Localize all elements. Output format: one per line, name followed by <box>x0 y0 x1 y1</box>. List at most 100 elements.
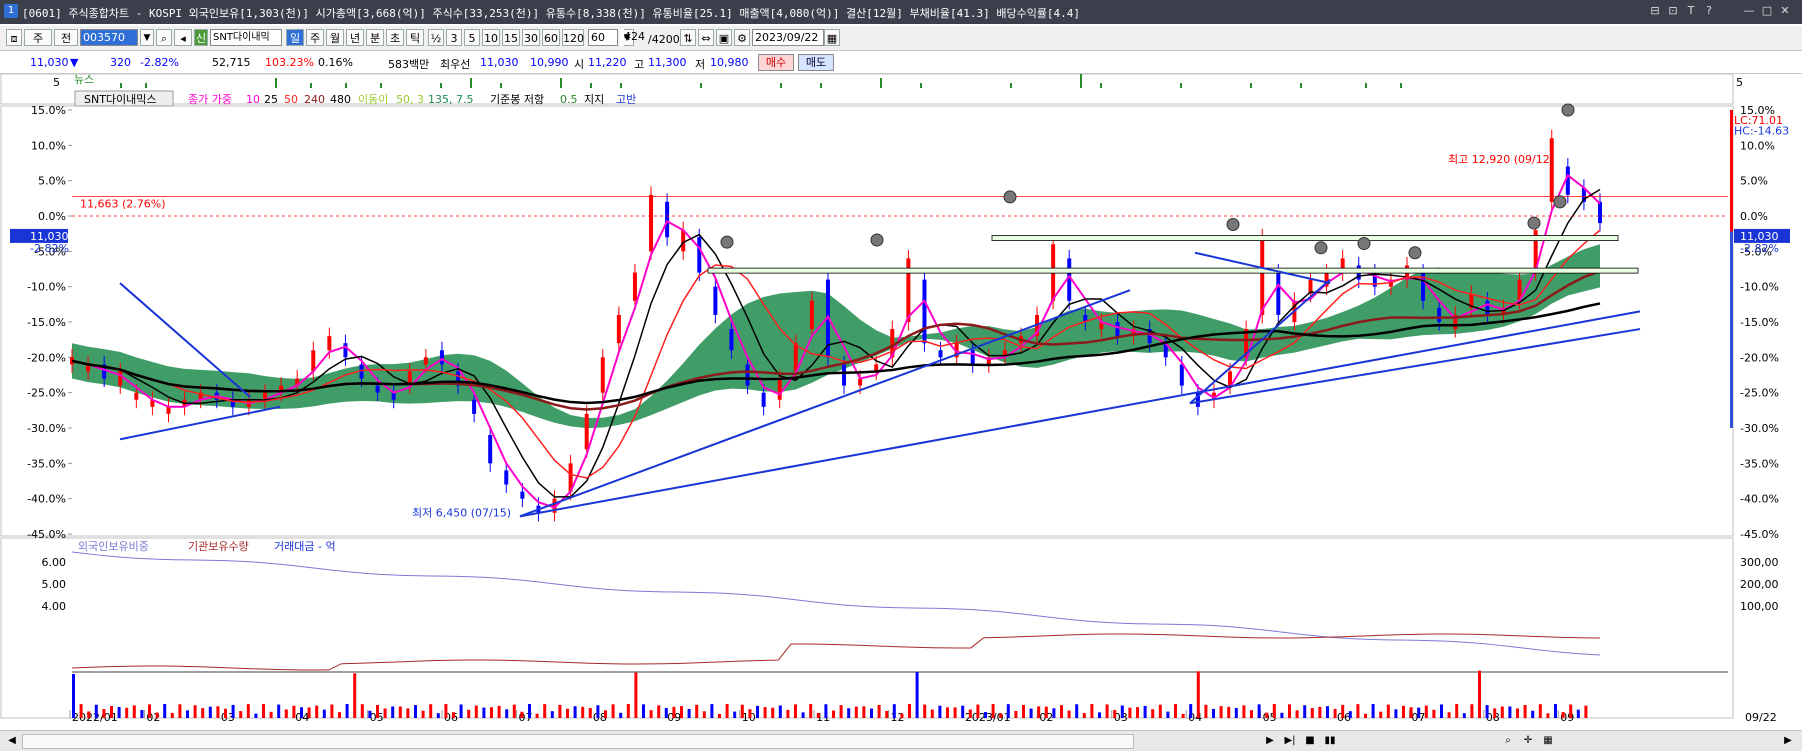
volume-bar <box>946 707 949 718</box>
volume-bar <box>596 705 600 718</box>
volume-bar <box>1060 705 1063 718</box>
period-month[interactable]: 월 <box>326 29 344 46</box>
volume-bar <box>778 705 782 718</box>
date-input[interactable]: 2023/09/22 <box>752 29 824 46</box>
speaker-icon[interactable]: ◂ <box>174 29 192 46</box>
period-minute[interactable]: 분 <box>366 29 384 46</box>
candle-body <box>697 237 702 273</box>
volume-bar <box>1280 712 1284 718</box>
news-bar <box>820 83 822 88</box>
pivot-marker <box>1226 217 1240 231</box>
volume-bar <box>1174 704 1177 718</box>
ytick-label-right: 5.0% <box>1740 175 1768 188</box>
candle-body <box>842 364 847 386</box>
save-icon[interactable]: ▣ <box>716 29 732 46</box>
period-day[interactable]: 일 <box>286 29 304 46</box>
sell-button[interactable]: 매도 <box>798 54 834 71</box>
restore-pane-icon[interactable]: ⊡ <box>1666 4 1680 18</box>
interval-10[interactable]: 10 <box>482 29 500 46</box>
pause-icon[interactable]: ▮▮ <box>1322 733 1338 748</box>
scroll-left-icon[interactable]: ◀ <box>4 733 20 748</box>
count-input[interactable]: 424 <box>622 29 650 46</box>
period-year[interactable]: 년 <box>346 29 364 46</box>
grid-icon[interactable]: ▦ <box>1540 733 1556 748</box>
volume-bar <box>680 706 683 718</box>
volume-bar <box>155 712 159 718</box>
chart-scrollbar[interactable]: ◀ ▶ ▶| ■ ▮▮ ⌕ ✛ ▦ ▶ <box>0 730 1802 751</box>
interval-60[interactable]: 60 <box>542 29 560 46</box>
ytick-label-left: -45.0% <box>27 528 66 541</box>
interval-5[interactable]: 5 <box>464 29 480 46</box>
stock-code-input[interactable]: 003570 <box>80 29 138 46</box>
text-icon[interactable]: T <box>1684 4 1698 18</box>
volume-bar <box>178 704 182 718</box>
arrows-icon[interactable]: ⇔ <box>698 29 714 46</box>
volume-bar <box>999 713 1003 718</box>
minimize-icon[interactable]: — <box>1742 4 1756 18</box>
scroll-track[interactable] <box>22 734 1134 749</box>
panel-toggle-icon[interactable]: ⧈ <box>6 29 22 46</box>
volume-bar <box>725 704 729 718</box>
period-second[interactable]: 초 <box>386 29 404 46</box>
volume-bar <box>695 704 699 718</box>
buy-button[interactable]: 매수 <box>758 54 794 71</box>
interval-3[interactable]: 3 <box>446 29 462 46</box>
volume-bar <box>733 711 737 718</box>
interval-half[interactable]: ½ <box>428 29 444 46</box>
interval-15[interactable]: 15 <box>502 29 520 46</box>
news-ytick-right: 5 <box>1736 76 1743 89</box>
volume-bar <box>1082 713 1086 718</box>
interval-120[interactable]: 120 <box>562 29 584 46</box>
calendar-icon[interactable]: ▦ <box>824 29 840 46</box>
volume-bar <box>930 709 934 718</box>
interval-30[interactable]: 30 <box>522 29 540 46</box>
candle-body <box>472 399 477 414</box>
chevron-down-icon[interactable]: ▼ <box>140 29 154 46</box>
crosshair-icon[interactable]: ✛ <box>1520 733 1536 748</box>
volume-bar <box>1113 709 1117 718</box>
volume-bar <box>1310 708 1314 718</box>
volume-ratio: 103.23% <box>265 56 314 69</box>
volume-ytick-right: 200,00 <box>1740 578 1779 591</box>
news-bar <box>1250 83 1252 88</box>
volume-bar <box>847 708 851 718</box>
close-icon[interactable]: ✕ <box>1778 4 1792 18</box>
ytick-label-left: -40.0% <box>27 493 66 506</box>
volume-bar <box>262 704 265 718</box>
tile-icon[interactable]: ⊟ <box>1648 4 1662 18</box>
zoom-icon[interactable]: ⌕ <box>1500 733 1516 748</box>
legend-ma-label: 종가 가중 <box>188 93 232 106</box>
volume-bar <box>1417 707 1421 718</box>
volume-bar <box>1493 708 1497 718</box>
last-value-pct-right: -2.82% <box>1740 242 1779 255</box>
volume-bar <box>528 704 531 718</box>
volume-bar <box>307 707 311 718</box>
scope-button[interactable]: 전 <box>54 29 78 46</box>
mode-select[interactable]: 주 <box>24 29 52 46</box>
scroll-right-icon[interactable]: ▶ <box>1780 733 1796 748</box>
stock-chart[interactable]: 뉴스 5 5 SNT다이내믹스 종가 가중 10 25 50 240 480 이… <box>0 74 1802 730</box>
help-icon[interactable]: ? <box>1702 4 1716 18</box>
stop-icon[interactable]: ■ <box>1302 733 1318 748</box>
search-icon[interactable]: ⌕ <box>156 29 172 46</box>
volume-bar <box>1447 712 1451 718</box>
period-week[interactable]: 주 <box>306 29 324 46</box>
play-icon[interactable]: ▶ <box>1262 733 1278 748</box>
gear-icon[interactable]: ⚙ <box>734 29 750 46</box>
news-bar <box>560 78 562 88</box>
volume-bar <box>246 704 250 718</box>
volume-bar <box>1128 707 1132 718</box>
spin-icon[interactable]: ⇅ <box>680 29 696 46</box>
candle-body <box>600 357 605 393</box>
step-icon[interactable]: ▶| <box>1282 733 1298 748</box>
period-tick[interactable]: 틱 <box>406 29 424 46</box>
open-price: 11,220 <box>588 56 627 69</box>
volume-bar <box>102 709 106 718</box>
maximize-icon[interactable]: □ <box>1760 4 1774 18</box>
volume-bar <box>322 709 326 718</box>
window-badge-icon: 1 <box>4 4 18 18</box>
volume-bar <box>497 705 501 718</box>
stock-name-field[interactable]: SNT다이내믹 <box>210 29 282 46</box>
legend-cloud-label: 이동이 <box>358 93 388 106</box>
interval-input[interactable]: 60 <box>588 29 618 46</box>
